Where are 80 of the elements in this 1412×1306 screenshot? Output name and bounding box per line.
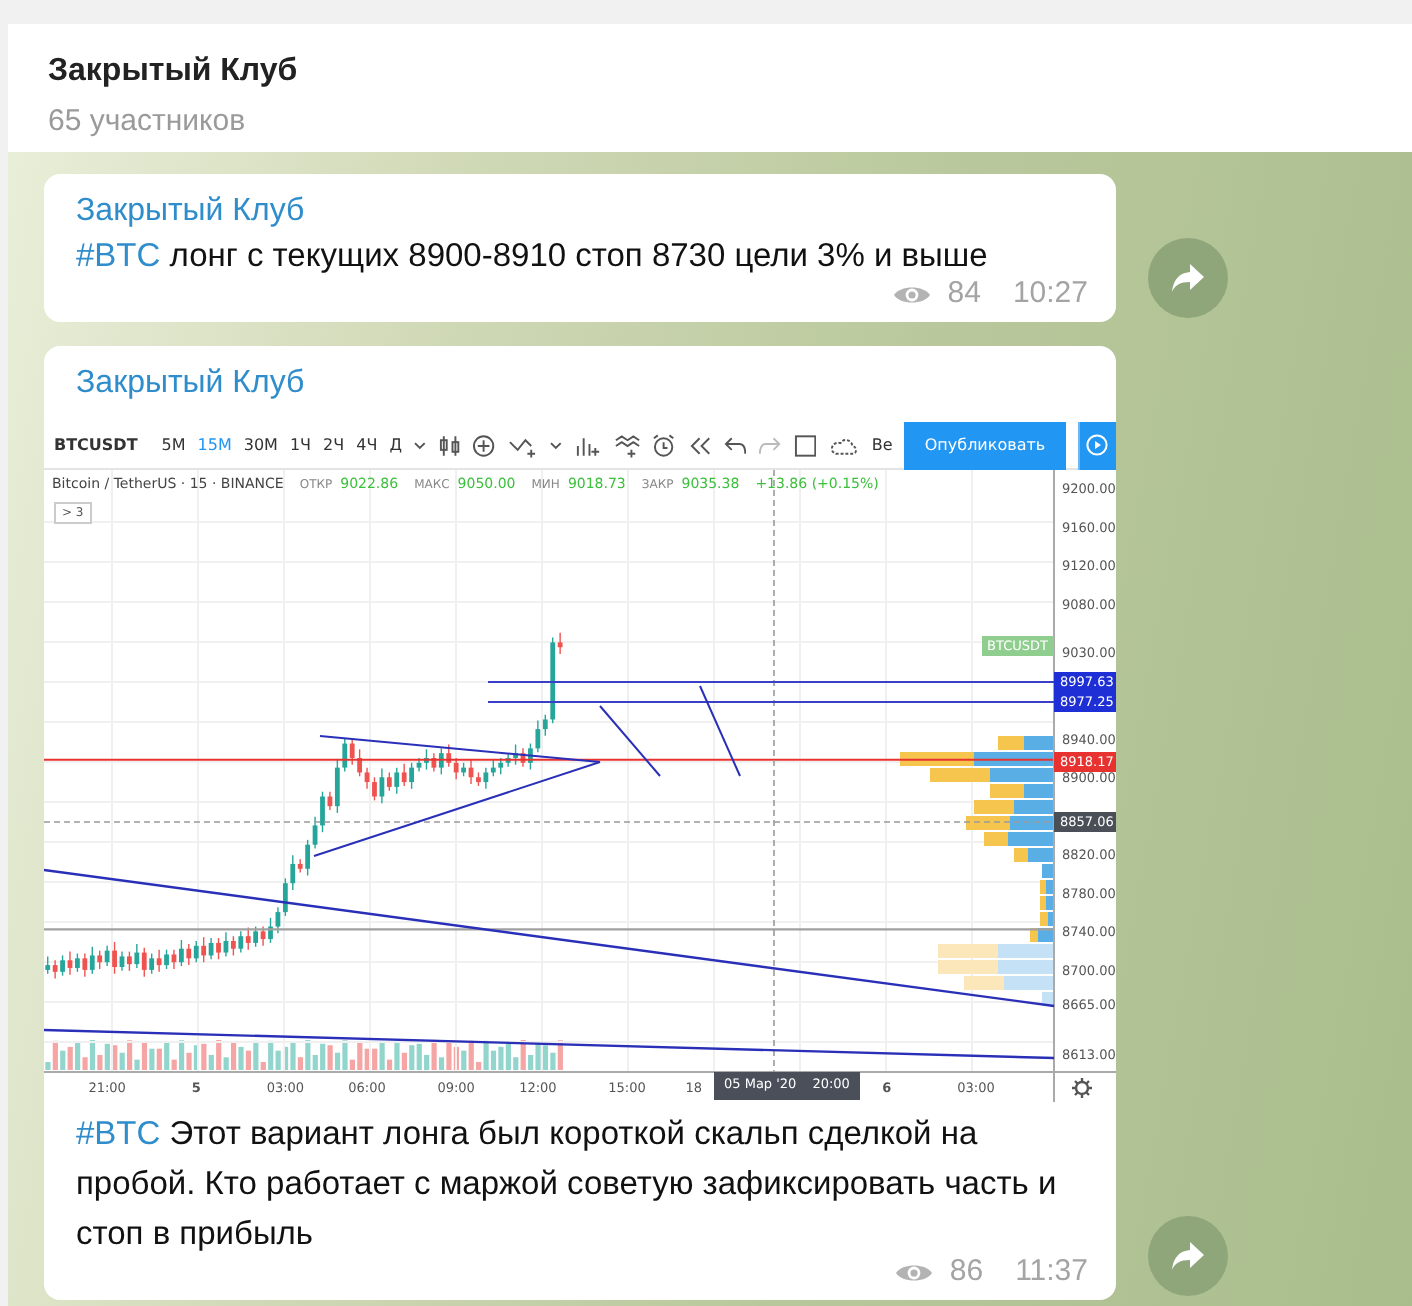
candlestick: [535, 719, 541, 753]
candlestick: [320, 791, 325, 833]
message-author[interactable]: Закрытый Клуб: [44, 346, 1116, 404]
candlestick: [334, 758, 340, 814]
view-count: 84: [947, 274, 981, 314]
candlestick: [438, 747, 444, 776]
share-arrow-icon: [1170, 262, 1206, 294]
message-time: 11:37: [1015, 1252, 1088, 1292]
candlestick: [201, 936, 207, 963]
message-author[interactable]: Закрытый Клуб: [44, 174, 1116, 232]
candlestick: [89, 946, 95, 975]
candlestick: [127, 950, 132, 972]
candlestick: [305, 839, 311, 877]
candlestick: [282, 877, 288, 917]
interval-tab[interactable]: 4Ч: [356, 433, 378, 457]
play-button[interactable]: [1077, 421, 1116, 469]
toolbar-label[interactable]: Be: [871, 433, 893, 457]
channel-title: Закрытый Клуб: [48, 52, 300, 92]
candlestick: [60, 954, 65, 977]
candlestick: [253, 925, 259, 948]
share-button[interactable]: [1148, 238, 1228, 318]
candles-icon[interactable]: [437, 433, 461, 457]
candlestick: [557, 632, 563, 655]
candlestick: [290, 854, 296, 891]
hashtag-link[interactable]: #BTC: [76, 238, 161, 274]
alarm-clock-icon[interactable]: [652, 433, 676, 457]
square-icon[interactable]: [793, 433, 817, 457]
bar-chart-plus-icon[interactable]: [574, 433, 602, 457]
undo-icon[interactable]: [723, 435, 747, 455]
interval-tab[interactable]: 1Ч: [289, 433, 312, 457]
candlestick: [149, 952, 155, 975]
candlestick: [134, 943, 140, 969]
candlestick: [104, 945, 110, 967]
candlestick: [156, 948, 162, 973]
share-button[interactable]: [1148, 1216, 1228, 1296]
candlestick: [342, 738, 348, 773]
rewind-icon[interactable]: [687, 435, 712, 455]
cloud-icon[interactable]: [828, 433, 860, 457]
symbol-label[interactable]: BTCUSDT: [54, 433, 138, 457]
indicator-icon[interactable]: [507, 433, 539, 457]
candlestick: [178, 939, 184, 967]
hashtag-link[interactable]: #BTC: [76, 1116, 161, 1152]
candlestick: [141, 947, 147, 978]
play-circle-icon: [1086, 434, 1109, 456]
caret-icon[interactable]: [550, 441, 563, 449]
candlestick: [542, 713, 548, 737]
candlestick: [453, 757, 459, 780]
share-arrow-icon: [1170, 1240, 1206, 1272]
interval-tab[interactable]: Д: [389, 433, 402, 457]
candlestick: [401, 763, 407, 787]
waves-icon[interactable]: [613, 433, 641, 457]
candlestick: [216, 937, 221, 961]
message-time: 10:27: [1012, 274, 1088, 314]
interval-tab[interactable]: 5М: [161, 433, 186, 457]
message-text: #BTC лонг с текущих 8900-8910 стоп 8730 цели 3% и выше: [74, 236, 990, 278]
plus-circle-icon[interactable]: [472, 433, 496, 457]
candlestick: [82, 952, 88, 978]
candlestick: [75, 952, 80, 973]
settings-icon: [1070, 1076, 1094, 1100]
trend-line: [699, 685, 741, 777]
candlestick: [230, 935, 236, 957]
caret-icon[interactable]: [413, 441, 426, 449]
candlestick: [394, 766, 400, 795]
candlestick: [193, 940, 199, 963]
candlestick: [409, 762, 415, 790]
candlestick: [52, 959, 58, 980]
candlestick: [238, 930, 244, 954]
message-text: #BTC Этот вариант лонга был короткой скальп сделкой на пробой. Кто работает с маржой советую зафиксировать часть и стоп в прибыль: [74, 1114, 1059, 1256]
candlestick: [164, 948, 169, 970]
candlestick: [186, 943, 192, 966]
candlestick: [483, 766, 489, 790]
interval-tab[interactable]: 30М: [243, 433, 278, 457]
view-count: 86: [949, 1252, 984, 1292]
candlestick: [372, 776, 377, 802]
candlestick: [112, 941, 117, 975]
candlestick: [97, 949, 103, 970]
candlestick: [349, 738, 355, 766]
candlestick: [386, 771, 392, 792]
interval-tab[interactable]: 2Ч: [323, 433, 345, 457]
member-count: 65 участников: [48, 102, 248, 142]
